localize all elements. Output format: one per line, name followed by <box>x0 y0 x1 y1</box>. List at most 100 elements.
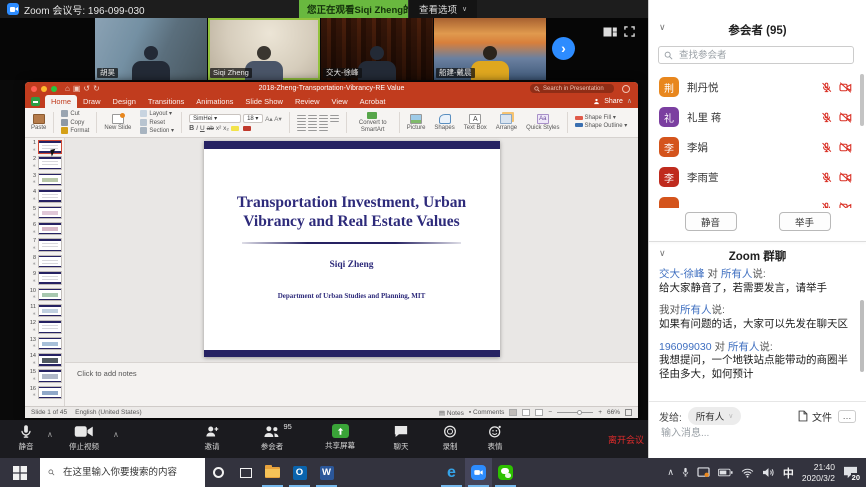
video-tile[interactable]: Siqi Zheng <box>208 18 320 80</box>
taskbar-search-input[interactable] <box>61 466 197 479</box>
start-button[interactable] <box>0 458 40 487</box>
stop-video-button[interactable]: 停止视频 <box>69 424 99 452</box>
quick-styles-button[interactable]: Aa Quick Styles <box>524 110 561 135</box>
participant-row[interactable]: 李李雨萱 <box>649 162 866 192</box>
chat-message-input[interactable] <box>659 427 856 440</box>
zoom-slider[interactable] <box>557 412 593 413</box>
slide-thumbnail[interactable]: 7∗ <box>25 238 64 254</box>
task-view-button[interactable] <box>232 458 259 487</box>
word-icon[interactable]: W <box>313 458 340 487</box>
font-name-select[interactable]: SimHei ▾ <box>189 114 241 123</box>
slide-thumbnail[interactable]: 5∗ <box>25 206 64 222</box>
video-tile[interactable]: 船建-戴晨 <box>434 18 546 80</box>
reactions-button[interactable]: 表情 <box>488 424 503 452</box>
font-size-select[interactable]: 18 ▾ <box>243 114 263 123</box>
ppt-search-field[interactable]: Search in Presentation <box>530 84 614 93</box>
video-tile[interactable]: 胡昊 <box>95 18 207 80</box>
taskbar-clock[interactable]: 21:40 2020/3/2 <box>802 462 835 483</box>
slide-thumbnail[interactable]: 4∗ <box>25 189 64 205</box>
slide-sorter-view-button[interactable] <box>522 409 530 416</box>
ppt-tab-slide-show[interactable]: Slide Show <box>239 95 289 108</box>
ppt-tab-animations[interactable]: Animations <box>190 95 239 108</box>
ppt-tab-view[interactable]: View <box>326 95 354 108</box>
participant-search-box[interactable] <box>658 46 854 64</box>
tray-battery-icon[interactable] <box>718 468 733 477</box>
zoom-out-button[interactable]: − <box>548 409 552 416</box>
clipboard-group[interactable]: Cut Copy Format <box>59 110 91 135</box>
participants-scrollbar[interactable] <box>860 74 864 126</box>
new-slide-button[interactable]: New Slide <box>102 110 133 135</box>
shapes-button[interactable]: Shapes <box>432 110 456 135</box>
convert-smartart-button[interactable]: Convert to SmartArt <box>352 110 394 135</box>
chat-button[interactable]: 聊天 <box>393 424 409 452</box>
leave-meeting-button[interactable]: 离开会议 <box>608 433 644 446</box>
slide-thumbnail[interactable]: 8∗ <box>25 255 64 271</box>
slide-thumbnail[interactable]: 16∗ <box>25 386 64 402</box>
feedback-smiley-icon[interactable] <box>622 85 630 93</box>
ppt-tab-review[interactable]: Review <box>289 95 326 108</box>
participant-row[interactable]: 李李娟 <box>649 132 866 162</box>
ppt-tab-draw[interactable]: Draw <box>77 95 107 108</box>
participant-row[interactable] <box>649 192 866 208</box>
slide-thumbnail[interactable]: 11∗ <box>25 304 64 320</box>
tray-screen-share-icon[interactable] <box>697 467 710 478</box>
zoom-level[interactable]: 66% <box>607 409 620 416</box>
paragraph-group[interactable] <box>295 110 341 135</box>
edge-icon[interactable]: e <box>438 458 465 487</box>
fullscreen-icon[interactable] <box>624 24 635 42</box>
video-options-chevron[interactable]: ∧ <box>113 430 119 439</box>
paste-button[interactable]: Paste <box>29 110 48 135</box>
ppt-share-button[interactable]: Share ∧ <box>593 97 632 105</box>
participant-row[interactable]: 荆荆丹悦 <box>649 72 866 102</box>
tray-expand-chevron[interactable]: ∧ <box>667 467 674 478</box>
taskbar-search-box[interactable] <box>40 458 205 487</box>
record-button[interactable]: 录制 <box>443 424 458 452</box>
picture-button[interactable]: Picture <box>405 110 428 135</box>
invite-button[interactable]: 邀请 <box>205 424 220 452</box>
fit-slide-button[interactable] <box>625 409 632 416</box>
raise-hand-button[interactable]: 举手 <box>779 212 831 231</box>
slide-thumbnail[interactable]: 1∗ <box>25 140 64 156</box>
slide-thumbnail[interactable]: 2∗ <box>25 156 64 172</box>
tray-microphone-icon[interactable] <box>682 467 689 478</box>
gallery-view-icon[interactable] <box>603 24 617 42</box>
slide-thumbnail[interactable]: 12∗ <box>25 320 64 336</box>
slide-thumbnail[interactable]: 15∗ <box>25 369 64 385</box>
zoom-in-button[interactable]: + <box>598 409 602 416</box>
comments-toggle[interactable]: ▪ Comments <box>469 409 505 416</box>
share-screen-button[interactable]: 共享屏幕 <box>325 424 355 451</box>
chat-scrollbar[interactable] <box>860 300 864 372</box>
slideshow-view-button[interactable] <box>535 409 543 416</box>
ppt-tab-design[interactable]: Design <box>107 95 142 108</box>
action-center-button[interactable]: 20 <box>843 466 858 479</box>
ppt-titlebar[interactable]: ⌂▣↺↻ 2018-Zheng-Transportation-Vibrancy-… <box>25 82 638 95</box>
wechat-icon[interactable] <box>492 458 519 487</box>
cortana-button[interactable] <box>205 458 232 487</box>
slide-thumbnail[interactable]: 9∗ <box>25 271 64 287</box>
slide-editing-area[interactable]: Transportation Investment, Urban Vibranc… <box>65 138 638 362</box>
view-options-button[interactable]: 查看选项 ∨ <box>408 0 477 18</box>
slides-group[interactable]: Layout ▾ Reset Section ▾ <box>138 110 176 135</box>
arrange-button[interactable]: Arrange <box>494 110 519 135</box>
zoom-taskbar-icon[interactable] <box>465 458 492 487</box>
normal-view-button[interactable] <box>509 409 517 416</box>
language-indicator[interactable]: English (United States) <box>75 409 141 416</box>
notes-pane[interactable]: Click to add notes <box>65 362 638 406</box>
font-group[interactable]: SimHei ▾ 18 ▾ A▴ A▾ B I U ab x² x₂ <box>187 110 284 135</box>
tray-volume-icon[interactable] <box>762 467 775 478</box>
next-videos-button[interactable]: › <box>552 37 575 60</box>
slide-thumbnail[interactable]: 13∗ <box>25 337 64 353</box>
mute-options-chevron[interactable]: ∧ <box>47 430 53 439</box>
ppt-tab-home[interactable]: Home <box>45 95 77 108</box>
send-to-select[interactable]: 所有人 ∨ <box>688 407 742 425</box>
outlook-icon[interactable]: O <box>286 458 313 487</box>
slide-thumbnail[interactable]: 10∗ <box>25 288 64 304</box>
chat-more-button[interactable]: … <box>838 410 856 423</box>
slide-thumbnail[interactable]: 14∗ <box>25 353 64 369</box>
video-tile[interactable]: 交大-徐峰 <box>321 18 433 80</box>
file-explorer-icon[interactable] <box>259 458 286 487</box>
text-box-button[interactable]: A Text Box <box>462 110 489 135</box>
participant-row[interactable]: 礼礼里 蒋 <box>649 102 866 132</box>
notes-toggle[interactable]: ▤ Notes <box>439 409 464 417</box>
tray-wifi-icon[interactable] <box>741 468 754 478</box>
